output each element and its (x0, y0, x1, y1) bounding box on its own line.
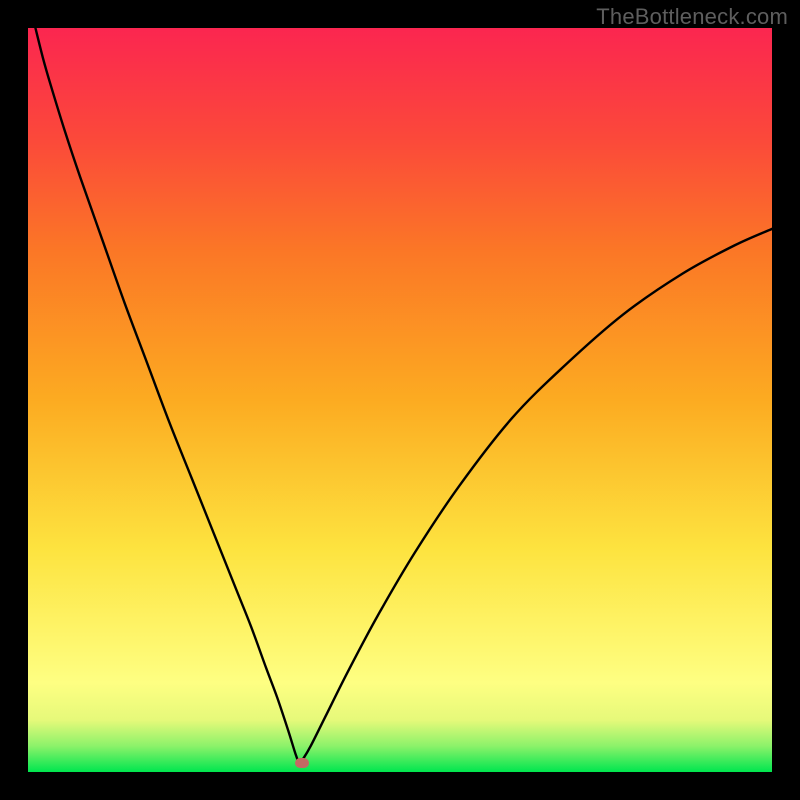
optimal-marker (295, 758, 309, 768)
plot-area (28, 28, 772, 772)
chart-frame: TheBottleneck.com (0, 0, 800, 800)
watermark-text: TheBottleneck.com (596, 4, 788, 30)
bottleneck-curve (28, 28, 772, 772)
